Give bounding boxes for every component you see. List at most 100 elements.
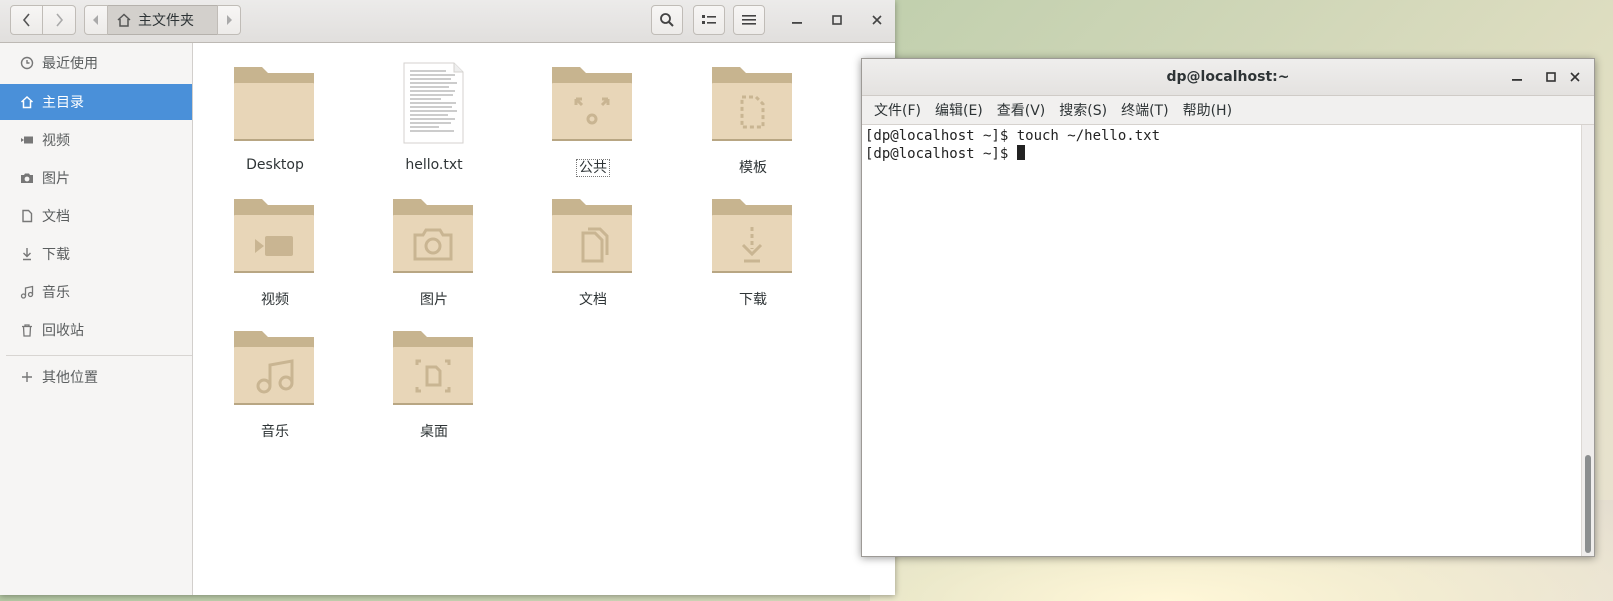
sidebar-item-label: 下载 [42,247,70,263]
terminal-cursor [1016,145,1025,160]
close-icon [1570,72,1580,82]
menu-file[interactable]: 文件(F) [868,100,927,120]
file-name: hello.txt [405,157,463,173]
forward-button[interactable] [43,5,76,35]
sidebar-item-label: 视频 [42,133,70,149]
maximize-icon [1546,72,1556,82]
menu-edit[interactable]: 编辑(E) [929,100,989,120]
file-name: 视频 [261,292,289,308]
hamburger-icon [742,15,756,25]
close-button[interactable] [867,10,887,30]
file-name: 桌面 [420,424,448,440]
folder-music-icon [234,331,314,405]
list-view-icon [702,15,716,24]
file-item-desktop[interactable]: Desktop [205,47,345,173]
file-item-documents[interactable]: 文档 [523,179,663,308]
minimize-button[interactable] [787,10,807,30]
file-item-pictures[interactable]: 图片 [364,179,504,308]
sidebar-item-label: 文档 [42,209,70,225]
file-name: 下载 [739,292,767,308]
sidebar-item-label: 主目录 [42,95,84,111]
triangle-right-icon [227,15,232,25]
folder-camera-icon [393,199,473,273]
folder-icon [234,67,314,141]
terminal-prompt: [dp@localhost ~]$ [865,146,1017,162]
file-name: 图片 [420,292,448,308]
download-icon [23,248,31,261]
terminal-close-button[interactable] [1565,67,1585,87]
scrollbar-thumb[interactable] [1585,455,1591,553]
sidebar-item-label: 其他位置 [42,370,98,386]
sidebar-item-home[interactable]: 主目录 [0,84,192,120]
sidebar-item-label: 图片 [42,171,70,187]
file-grid: Desktop hello.txt 公共 模板 视频 图片 文档 下载 音乐 桌… [193,43,895,595]
terminal-minimize-button[interactable] [1507,67,1527,87]
breadcrumb-home[interactable]: 主文件夹 [108,5,217,35]
sidebar-item-trash[interactable]: 回收站 [0,312,192,348]
file-name: 音乐 [261,424,289,440]
sidebar-item-label: 音乐 [42,285,70,301]
navigation-buttons [10,5,76,35]
file-manager-window: 主文件夹 最近使用 主目录 视频 图片 文档 下载 音乐 回收站 其他位置 De… [0,0,895,595]
folder-document-icon [552,199,632,273]
video-icon [21,136,33,144]
file-item-music[interactable]: 音乐 [205,311,345,440]
triangle-left-icon [93,15,98,25]
terminal-scrollbar[interactable] [1581,125,1594,556]
minimize-icon [792,22,802,24]
file-item-hello-txt[interactable]: hello.txt [364,47,504,173]
terminal-prompt-line: [dp@localhost ~]$ [865,145,1582,163]
file-item-templates[interactable]: 模板 [683,47,823,176]
sidebar-item-label: 最近使用 [42,56,98,72]
file-item-downloads[interactable]: 下载 [683,179,823,308]
path-scroll-left-button[interactable] [84,5,108,35]
minimize-icon [1512,79,1522,81]
close-icon [872,15,882,25]
folder-share-icon [552,67,632,141]
camera-icon [21,173,33,183]
document-icon [22,209,33,223]
folder-template-icon [712,67,792,141]
folder-download-icon [712,199,792,273]
search-button[interactable] [651,5,683,35]
file-item-videos[interactable]: 视频 [205,179,345,308]
search-icon [660,13,674,27]
file-name: 模板 [739,160,767,176]
maximize-button[interactable] [827,10,847,30]
sidebar-item-recent[interactable]: 最近使用 [0,45,192,81]
menu-search[interactable]: 搜索(S) [1053,100,1113,120]
chevron-left-icon [22,13,30,27]
sidebar-item-documents[interactable]: 文档 [0,198,192,234]
menu-button[interactable] [733,5,765,35]
terminal-window: dp@localhost:~ 文件(F) 编辑(E) 查看(V) 搜索(S) 终… [861,58,1595,557]
menu-view[interactable]: 查看(V) [991,100,1052,120]
music-icon [20,285,34,299]
sidebar-item-music[interactable]: 音乐 [0,274,192,310]
file-name: Desktop [246,157,304,173]
terminal-line: [dp@localhost ~]$ touch ~/hello.txt [865,128,1161,144]
terminal-menubar: 文件(F) 编辑(E) 查看(V) 搜索(S) 终端(T) 帮助(H) [862,96,1594,125]
sidebar-item-videos[interactable]: 视频 [0,122,192,158]
file-item-public[interactable]: 公共 [523,47,663,177]
terminal-output[interactable]: [dp@localhost ~]$ touch ~/hello.txt [dp@… [862,125,1582,556]
home-icon [117,13,131,27]
file-name-focused: 公共 [576,159,610,177]
file-name: 公共 [523,157,663,177]
plus-icon [22,372,32,382]
sidebar-item-pictures[interactable]: 图片 [0,160,192,196]
path-scroll-right-button[interactable] [217,5,241,35]
sidebar-item-label: 回收站 [42,323,84,339]
file-name: 文档 [579,292,607,308]
folder-video-icon [234,199,314,273]
back-button[interactable] [10,5,43,35]
menu-terminal[interactable]: 终端(T) [1115,100,1174,120]
clock-icon [20,56,34,70]
sidebar: 最近使用 主目录 视频 图片 文档 下载 音乐 回收站 其他位置 [0,43,193,595]
terminal-maximize-button[interactable] [1541,67,1561,87]
sidebar-item-downloads[interactable]: 下载 [0,236,192,272]
view-toggle-button[interactable] [693,5,725,35]
file-manager-headerbar: 主文件夹 [0,0,895,43]
file-item-desktop-zh[interactable]: 桌面 [364,311,504,440]
menu-help[interactable]: 帮助(H) [1177,100,1238,120]
sidebar-item-other-locations[interactable]: 其他位置 [0,359,192,395]
